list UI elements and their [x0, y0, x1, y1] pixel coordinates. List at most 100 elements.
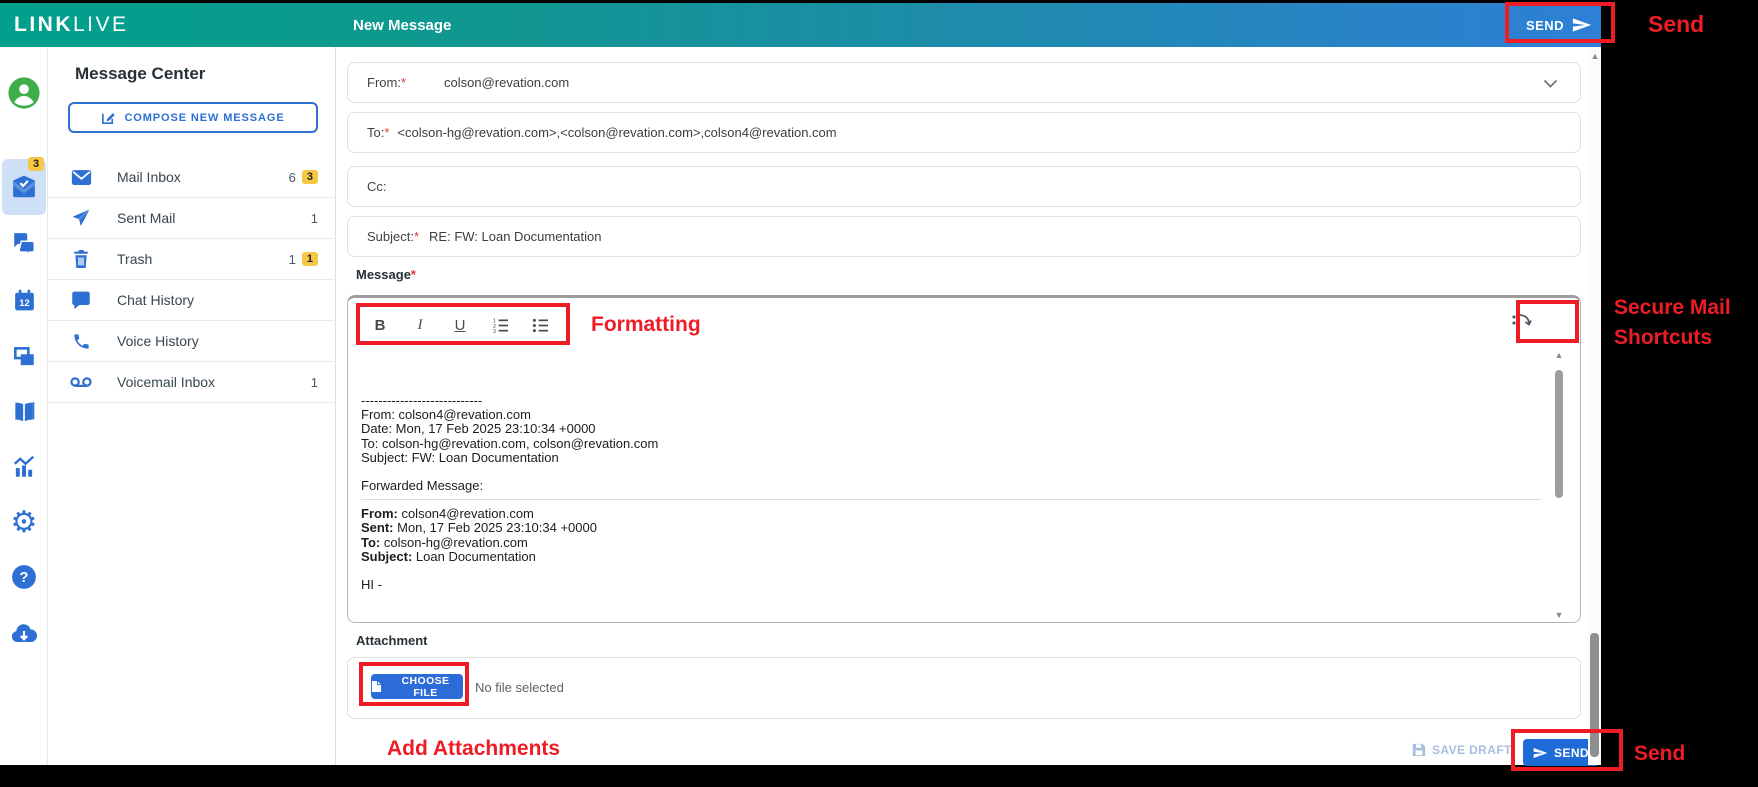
linklive-logo: LINKLIVE [14, 3, 129, 47]
no-file-text: No file selected [475, 680, 564, 695]
icon-rail: 3 [0, 47, 48, 765]
gear-icon: ⚙ [11, 508, 38, 538]
body-rule [361, 499, 1541, 500]
annotation-secure-mail-shortcuts: Secure Mail Shortcuts [1614, 293, 1731, 353]
annotation-box-formatting [356, 303, 570, 345]
rail-item-analytics[interactable] [0, 443, 48, 491]
subject-value: RE: FW: Loan Documentation [429, 229, 601, 244]
voicemail-icon [70, 375, 92, 389]
windows-icon [11, 344, 37, 370]
page-scrollbar[interactable]: ▲ [1588, 47, 1601, 765]
folder-badge: 3 [302, 170, 318, 184]
rail-item-settings[interactable]: ⚙ [0, 499, 48, 547]
rail-item-download[interactable] [0, 609, 48, 657]
cc-field[interactable]: Cc: [347, 166, 1581, 207]
logo-bold: LINK [14, 13, 73, 37]
book-icon [11, 399, 37, 425]
message-center-panel: Message Center COMPOSE NEW MESSAGE [48, 47, 336, 765]
body-greeting: HI - [361, 578, 1541, 592]
folder-trash[interactable]: Trash 1 1 [48, 239, 336, 280]
body-line: From: colson4@revation.com [361, 408, 1541, 422]
editor-scrollbar[interactable]: ▲ ▼ [1552, 350, 1566, 620]
trash-icon [70, 249, 92, 269]
folder-label: Trash [117, 251, 289, 267]
panel-title: Message Center [75, 64, 205, 84]
mail-check-icon [11, 174, 37, 200]
rail-item-windows[interactable] [0, 333, 48, 381]
top-bar: LINKLIVE New Message SEND [0, 3, 1601, 47]
svg-text:?: ? [20, 570, 29, 586]
body-line: Sent: Mon, 17 Feb 2025 23:10:34 +0000 [361, 521, 1541, 535]
body-line: To: colson-hg@revation.com, colson@revat… [361, 437, 1541, 451]
scroll-down-icon[interactable]: ▼ [1554, 610, 1564, 620]
folder-badge: 1 [302, 252, 318, 266]
folder-label: Chat History [117, 292, 318, 308]
analytics-icon [11, 454, 37, 480]
compose-button-label: COMPOSE NEW MESSAGE [124, 112, 284, 124]
forwarded-title: Forwarded Message: [361, 479, 1541, 493]
annotation-box-shortcuts [1516, 300, 1579, 343]
sent-icon [70, 208, 92, 228]
scrollbar-thumb[interactable] [1555, 370, 1563, 498]
phone-icon [70, 332, 92, 351]
from-field[interactable]: From:* colson@revation.com [347, 62, 1581, 103]
calendar-icon: 12 [12, 288, 37, 313]
annotation-box-send-bottom [1511, 729, 1623, 771]
annotation-send-bottom: Send [1634, 742, 1685, 766]
svg-text:12: 12 [19, 298, 29, 308]
page-title: New Message [353, 3, 451, 47]
compose-new-message-button[interactable]: COMPOSE NEW MESSAGE [68, 102, 318, 133]
annotation-line: Shortcuts [1614, 323, 1731, 353]
folder-voice-history[interactable]: Voice History [48, 321, 336, 362]
folder-label: Voice History [117, 333, 318, 349]
subject-label: Subject:* [367, 229, 419, 244]
scroll-up-icon[interactable]: ▲ [1554, 350, 1564, 360]
chevron-down-icon[interactable] [1543, 79, 1558, 88]
compose-icon [101, 110, 116, 125]
annotation-formatting: Formatting [591, 313, 701, 337]
save-icon [1412, 743, 1426, 757]
save-draft-button[interactable]: SAVE DRAFT [1412, 743, 1512, 757]
to-field[interactable]: To:* <colson-hg@revation.com>,<colson@re… [347, 112, 1581, 153]
from-value: colson@revation.com [444, 75, 569, 90]
folder-mail-inbox[interactable]: Mail Inbox 6 3 [48, 157, 336, 198]
folder-list: Mail Inbox 6 3 Sent Mail 1 [48, 157, 336, 403]
cloud-download-icon [10, 622, 38, 644]
rail-unread-badge: 3 [28, 157, 44, 171]
screenshot-stage: LINKLIVE New Message SEND 3 [0, 0, 1758, 787]
from-label: From:* [367, 75, 406, 90]
folder-chat-history[interactable]: Chat History [48, 280, 336, 321]
to-value: <colson-hg@revation.com>,<colson@revatio… [397, 125, 836, 140]
subject-field[interactable]: Subject:* RE: FW: Loan Documentation [347, 216, 1581, 257]
scroll-up-icon[interactable]: ▲ [1590, 51, 1600, 61]
to-label: To:* [367, 125, 389, 140]
folder-count: 1 [289, 252, 296, 267]
rail-item-account[interactable] [0, 69, 48, 117]
folder-label: Sent Mail [117, 210, 311, 226]
rail-item-library[interactable] [0, 388, 48, 436]
body-line: To: colson-hg@revation.com [361, 536, 1541, 550]
chat-bubbles-icon [11, 231, 37, 257]
folder-count: 6 [289, 170, 296, 185]
annotation-box-send-top [1505, 2, 1615, 43]
rail-item-help[interactable]: ? [0, 553, 48, 601]
folder-label: Voicemail Inbox [117, 374, 311, 390]
message-label: Message* [356, 267, 416, 282]
folder-sent-mail[interactable]: Sent Mail 1 [48, 198, 336, 239]
rail-item-calendar[interactable]: 12 [0, 276, 48, 324]
cc-label: Cc: [367, 179, 387, 194]
body-line: Date: Mon, 17 Feb 2025 23:10:34 +0000 [361, 422, 1541, 436]
folder-count: 1 [311, 211, 318, 226]
app-window: LINKLIVE New Message SEND 3 [0, 3, 1601, 765]
mail-icon [70, 169, 92, 186]
message-body: ---------------------------- From: colso… [361, 394, 1541, 592]
attachment-label: Attachment [356, 633, 428, 648]
body-line: Subject: Loan Documentation [361, 550, 1541, 564]
rail-item-chats[interactable] [0, 220, 48, 268]
body-line: Subject: FW: Loan Documentation [361, 451, 1541, 465]
account-icon [7, 76, 41, 110]
chat-icon [70, 290, 92, 310]
annotation-send-top: Send [1648, 11, 1704, 38]
folder-count: 1 [311, 375, 318, 390]
folder-voicemail-inbox[interactable]: Voicemail Inbox 1 [48, 362, 336, 403]
